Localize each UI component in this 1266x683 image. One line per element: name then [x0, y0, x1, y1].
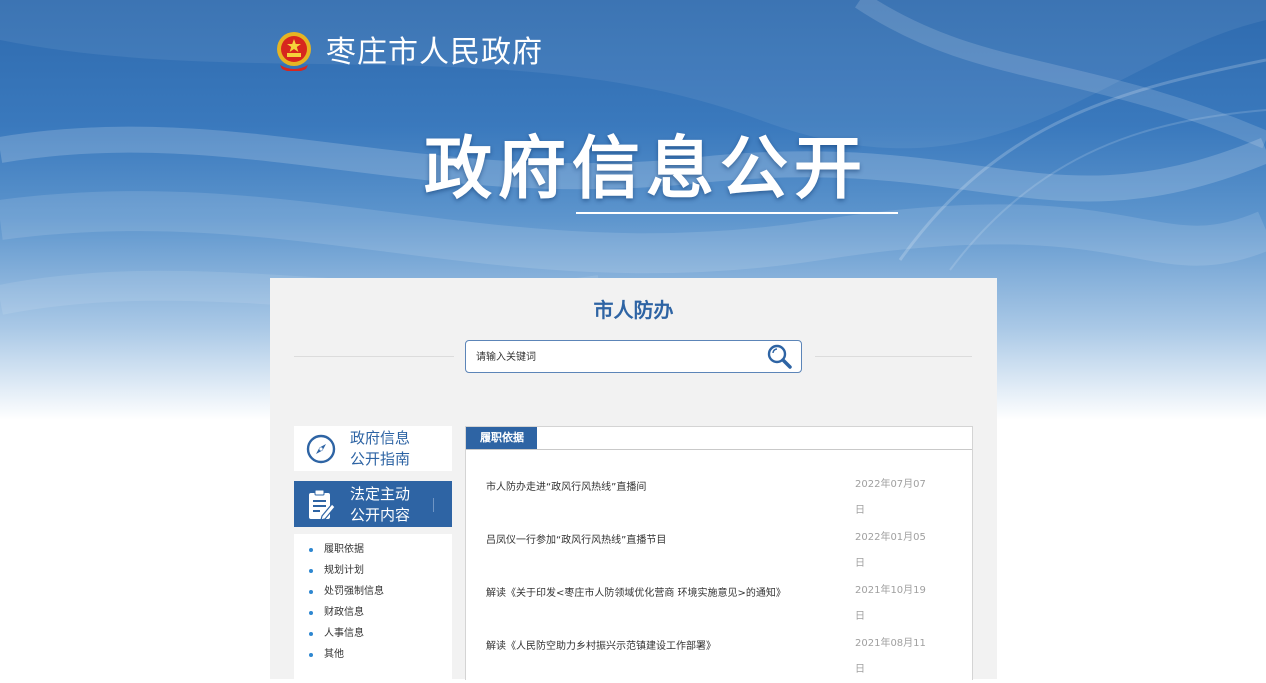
sidebar-sub-item[interactable]: 财政信息	[294, 602, 452, 623]
search-divider-right	[815, 356, 972, 357]
sidebar-sub-item[interactable]: 履职依据	[294, 539, 452, 560]
sidebar-sub-item-label: 财政信息	[324, 607, 364, 618]
sidebar-item-guide[interactable]: 政府信息 公开指南	[294, 426, 452, 471]
sidebar-sub-item[interactable]: 规划计划	[294, 560, 452, 581]
list-item-date: 2022年07月07日	[855, 479, 926, 516]
department-title: 市人防办	[593, 298, 674, 322]
sidebar-item-guide-label: 政府信息 公开指南	[350, 428, 410, 470]
banner-title: 政府信息公开	[424, 130, 869, 209]
site-name[interactable]: 枣庄市人民政府	[326, 33, 543, 73]
sidebar-sub-item[interactable]: 其他	[294, 644, 452, 665]
list-item-title[interactable]: 解读《关于印发<枣庄市人防领域优化营商 环境实施意见>的通知》	[486, 587, 786, 601]
compass-icon	[306, 434, 336, 464]
main-panel: 市人防办 政府信息 公开指南	[270, 278, 997, 680]
national-emblem-icon[interactable]	[275, 31, 313, 72]
tab-duty-basis[interactable]: 履职依据	[466, 427, 537, 449]
sidebar-item-active-line1: 法定主动	[350, 485, 411, 503]
sidebar-sub-list: 履职依据 规划计划 处罚强制信息 财政信息 人事信息 其他	[294, 534, 452, 679]
bullet-dot-icon	[309, 569, 313, 573]
search-icon[interactable]	[766, 343, 794, 370]
content-tab-bar: 履职依据	[466, 427, 972, 450]
search-divider-left	[294, 356, 454, 357]
list-item-title[interactable]: 市人防办走进“政风行风热线”直播间	[486, 481, 646, 495]
sidebar-item-active-label: 法定主动 公开内容	[350, 484, 410, 526]
bullet-dot-icon	[309, 548, 313, 552]
banner-title-underline	[576, 212, 898, 214]
bullet-dot-icon	[309, 653, 313, 657]
sidebar-item-active-content[interactable]: 法定主动 公开内容	[294, 481, 452, 527]
sidebar-sub-item-label: 处罚强制信息	[324, 586, 384, 597]
search-input[interactable]	[474, 346, 758, 369]
list-item-date: 2022年01月05日	[855, 532, 926, 569]
list-item: 解读《关于印发<枣庄市人防领域优化营商 环境实施意见>的通知》 2021年10月…	[466, 577, 972, 630]
sidebar-item-guide-line2: 公开指南	[350, 450, 411, 468]
list-item-title[interactable]: 吕凤仪一行参加“政风行风热线”直播节目	[486, 534, 666, 548]
content-rows: 市人防办走进“政风行风热线”直播间 2022年07月07日 吕凤仪一行参加“政风…	[466, 471, 972, 683]
list-item: 解读《人民防空助力乡村振兴示范镇建设工作部署》 2021年08月11日	[466, 630, 972, 683]
list-item-title[interactable]: 解读《人民防空助力乡村振兴示范镇建设工作部署》	[486, 640, 716, 654]
list-item: 市人防办走进“政风行风热线”直播间 2022年07月07日	[466, 471, 972, 524]
list-item-date: 2021年10月19日	[855, 585, 926, 622]
sidebar-sub-item[interactable]: 人事信息	[294, 623, 452, 644]
sidebar-sub-item-label: 履职依据	[324, 544, 364, 555]
sidebar-sub-item-label: 规划计划	[324, 565, 364, 576]
sidebar-sub-item[interactable]: 处罚强制信息	[294, 581, 452, 602]
document-edit-icon	[306, 489, 336, 521]
sidebar-item-divider	[433, 498, 434, 512]
search-box	[465, 340, 802, 373]
content-list-panel: 履职依据 市人防办走进“政风行风热线”直播间 2022年07月07日 吕凤仪一行…	[465, 426, 973, 680]
bullet-dot-icon	[309, 611, 313, 615]
list-item: 吕凤仪一行参加“政风行风热线”直播节目 2022年01月05日	[466, 524, 972, 577]
sidebar-item-guide-line1: 政府信息	[350, 429, 411, 447]
bullet-dot-icon	[309, 632, 313, 636]
sidebar-sub-item-label: 其他	[324, 649, 344, 660]
sidebar-item-active-line2: 公开内容	[350, 506, 411, 524]
list-item-date: 2021年08月11日	[855, 638, 926, 675]
bullet-dot-icon	[309, 590, 313, 594]
sidebar-sub-item-label: 人事信息	[324, 628, 364, 639]
